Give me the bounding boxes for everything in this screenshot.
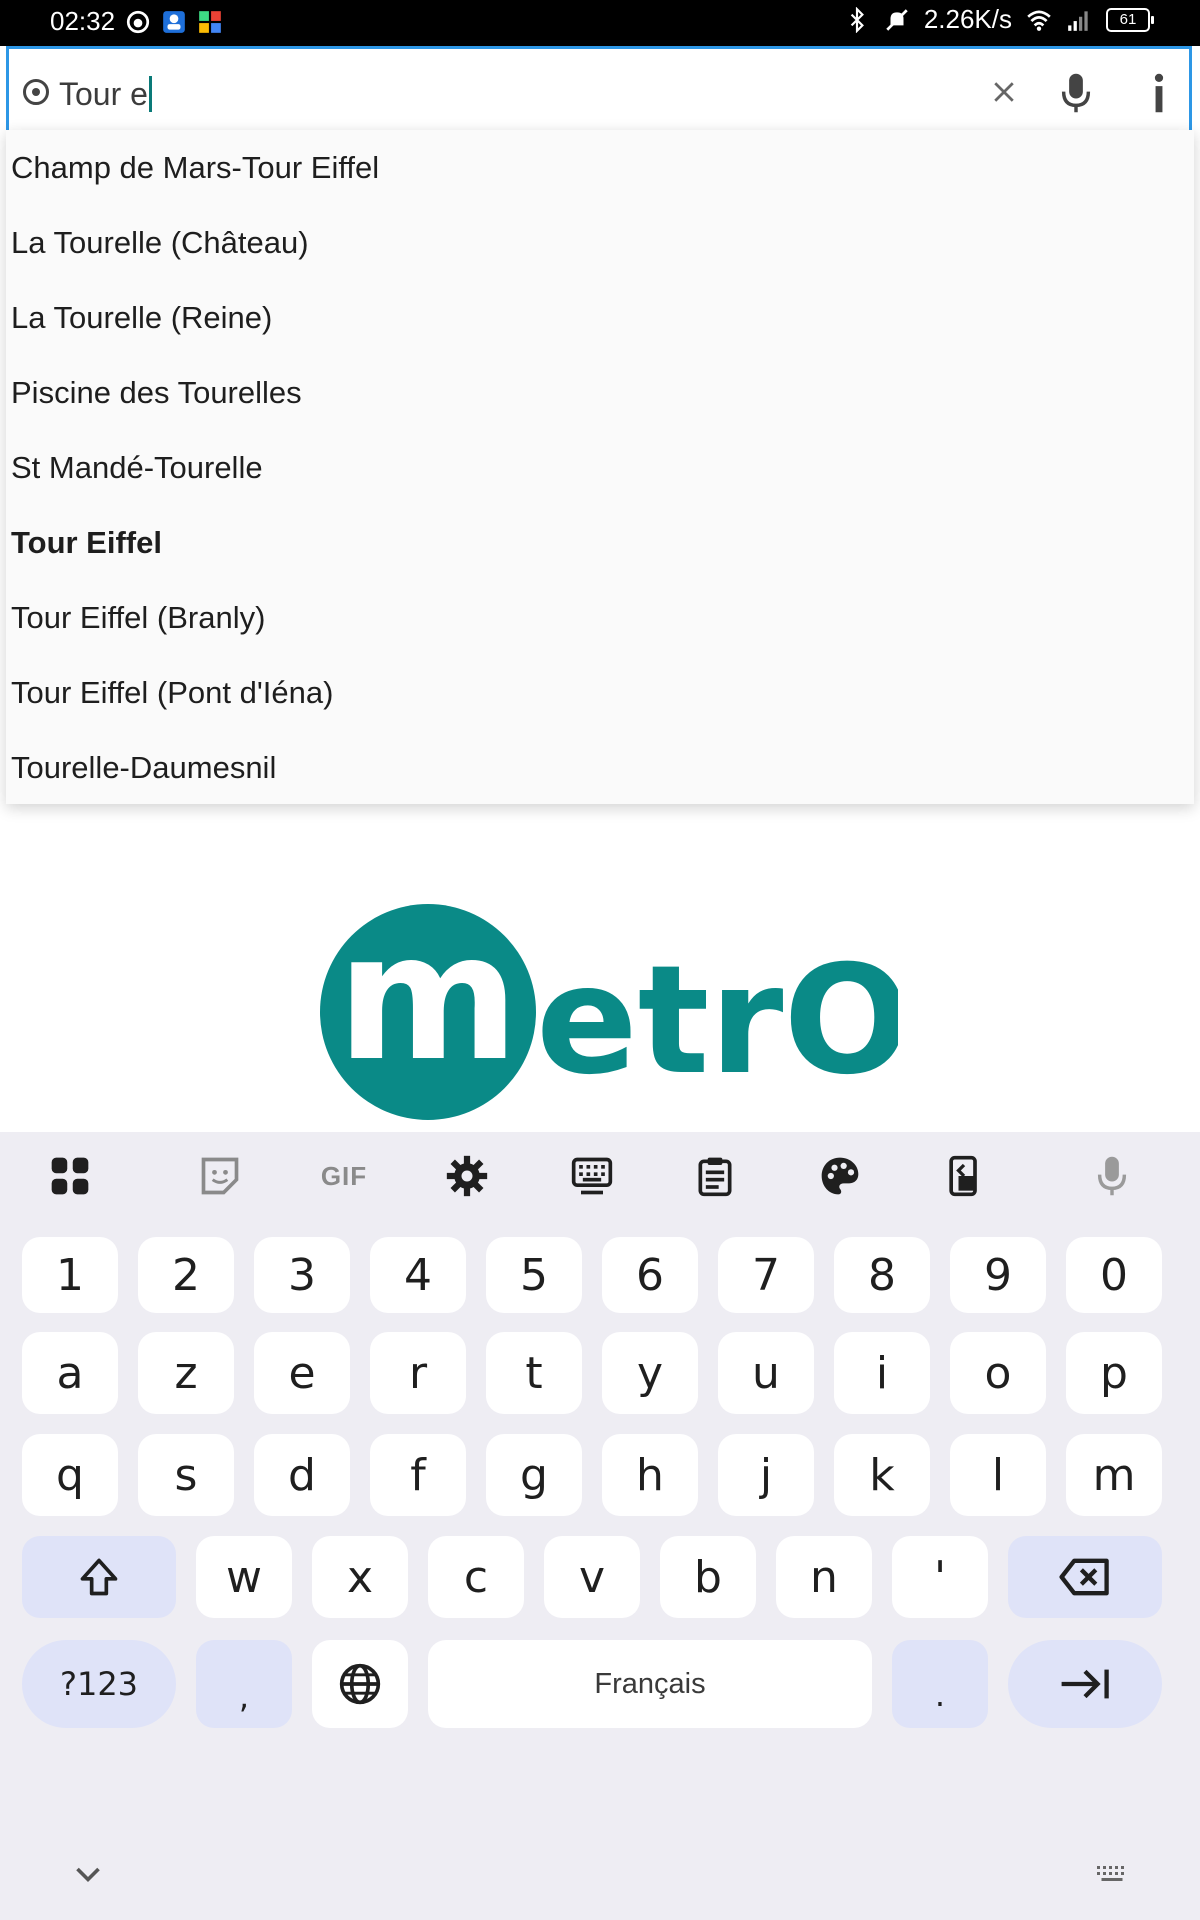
suggestion-item[interactable]: Tourelle-Daumesnil [6, 730, 1194, 805]
clear-icon[interactable] [989, 77, 1019, 107]
key-o[interactable]: o [950, 1332, 1046, 1414]
backspace-key[interactable] [1008, 1536, 1162, 1618]
search-bar[interactable]: Tour e [6, 46, 1192, 132]
on-screen-keyboard: GIF 1234567890 azertyuiop qsdfghjklm wxcvbn… [0, 1132, 1200, 1920]
period-key[interactable]: . [892, 1640, 988, 1728]
bluetooth-icon [850, 6, 864, 33]
key-i[interactable]: i [834, 1332, 930, 1414]
key-k[interactable]: k [834, 1434, 930, 1516]
key-0[interactable]: 0 [1066, 1237, 1162, 1313]
space-key[interactable]: Français [428, 1640, 872, 1728]
next-field-key[interactable] [1008, 1640, 1162, 1728]
suggestion-item[interactable]: Tour Eiffel [6, 505, 1194, 580]
key-s[interactable]: s [138, 1434, 234, 1516]
key-8[interactable]: 8 [834, 1237, 930, 1313]
key-c[interactable]: c [428, 1536, 524, 1618]
theme-palette-icon[interactable] [818, 1154, 862, 1198]
status-time: 02:32 [50, 6, 116, 36]
keyboard-toolbar: GIF [0, 1132, 1200, 1222]
app-notification-icon [126, 10, 150, 33]
key-y[interactable]: y [602, 1332, 698, 1414]
key-5[interactable]: 5 [486, 1237, 582, 1313]
key-1[interactable]: 1 [22, 1237, 118, 1313]
shift-icon [80, 1558, 118, 1596]
microphone-icon[interactable] [1059, 71, 1093, 115]
backspace-icon [1059, 1558, 1109, 1596]
tab-arrow-icon [1061, 1669, 1109, 1699]
key-a[interactable]: a [22, 1332, 118, 1414]
key-3[interactable]: 3 [254, 1237, 350, 1313]
key-r[interactable]: r [370, 1332, 466, 1414]
chevron-down-icon[interactable] [70, 1860, 106, 1890]
comma-key[interactable]: , [196, 1640, 292, 1728]
key-e[interactable]: e [254, 1332, 350, 1414]
key-n[interactable]: n [776, 1536, 872, 1618]
key-g[interactable]: g [486, 1434, 582, 1516]
key-w[interactable]: w [196, 1536, 292, 1618]
key-j[interactable]: j [718, 1434, 814, 1516]
key-d[interactable]: d [254, 1434, 350, 1516]
info-icon[interactable] [1144, 71, 1174, 115]
apps-grid-icon[interactable] [48, 1154, 92, 1198]
key-v[interactable]: v [544, 1536, 640, 1618]
key-t[interactable]: t [486, 1332, 582, 1414]
mute-icon [886, 8, 908, 31]
wifi-icon [1027, 10, 1051, 31]
suggestion-list: Champ de Mars-Tour Eiffel La Tourelle (Ch… [6, 130, 1194, 804]
metro-logo: m etrO [320, 900, 898, 1120]
signal-icon [1068, 10, 1088, 31]
location-icon [23, 79, 49, 105]
suggestion-item[interactable]: Tour Eiffel (Branly) [6, 580, 1194, 655]
language-key[interactable] [312, 1640, 408, 1728]
key-h[interactable]: h [602, 1434, 698, 1516]
one-handed-mode-icon[interactable] [942, 1154, 986, 1198]
key-m[interactable]: m [1066, 1434, 1162, 1516]
keyboard-layout-icon[interactable] [570, 1154, 614, 1198]
logo-text: etrO [536, 934, 898, 1108]
globe-icon [339, 1663, 381, 1705]
key-f[interactable]: f [370, 1434, 466, 1516]
symbols-key[interactable]: ?123 [22, 1640, 176, 1728]
suggestion-item[interactable]: Champ de Mars-Tour Eiffel [6, 130, 1194, 205]
clipboard-icon[interactable] [693, 1154, 737, 1198]
key-9[interactable]: 9 [950, 1237, 1046, 1313]
key-7[interactable]: 7 [718, 1237, 814, 1313]
battery-icon: 61 [1106, 7, 1154, 32]
person-notification-icon [163, 10, 185, 33]
key-x[interactable]: x [312, 1536, 408, 1618]
suggestion-item[interactable]: La Tourelle (Reine) [6, 280, 1194, 355]
gif-button[interactable]: GIF [316, 1154, 372, 1198]
key-6[interactable]: 6 [602, 1237, 698, 1313]
voice-input-icon[interactable] [1090, 1154, 1134, 1198]
key-q[interactable]: q [22, 1434, 118, 1516]
suggestion-item[interactable]: St Mandé-Tourelle [6, 430, 1194, 505]
key-4[interactable]: 4 [370, 1237, 466, 1313]
sticker-icon[interactable] [198, 1154, 242, 1198]
key-u[interactable]: u [718, 1332, 814, 1414]
puzzle-notification-icon [199, 10, 221, 33]
search-input[interactable]: Tour e [59, 76, 152, 112]
key-apostrophe[interactable]: ' [892, 1536, 988, 1618]
key-p[interactable]: p [1066, 1332, 1162, 1414]
shift-key[interactable] [22, 1536, 176, 1618]
suggestion-item[interactable]: Piscine des Tourelles [6, 355, 1194, 430]
key-2[interactable]: 2 [138, 1237, 234, 1313]
key-l[interactable]: l [950, 1434, 1046, 1516]
network-speed: 2.26K/s [923, 4, 1012, 34]
key-b[interactable]: b [660, 1536, 756, 1618]
key-z[interactable]: z [138, 1332, 234, 1414]
suggestion-item[interactable]: La Tourelle (Château) [6, 205, 1194, 280]
settings-gear-icon[interactable] [445, 1154, 489, 1198]
status-bar: 02:32 2.26K/s 61 [0, 0, 1200, 46]
suggestion-item[interactable]: Tour Eiffel (Pont d'Iéna) [6, 655, 1194, 730]
keyboard-switch-icon[interactable] [1094, 1860, 1130, 1890]
logo-m: m [337, 900, 519, 1100]
